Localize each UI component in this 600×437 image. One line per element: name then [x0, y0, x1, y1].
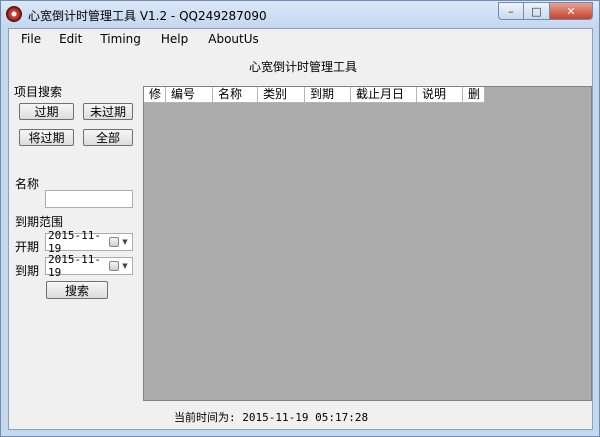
column-header-deadline-date[interactable]: 截止月日 — [351, 87, 417, 103]
end-date-label: 到期 — [15, 264, 40, 278]
end-date-picker[interactable]: 2015-11-19 ▼ — [45, 253, 133, 279]
column-header-name[interactable]: 名称 — [213, 87, 258, 103]
menu-aboutus[interactable]: AboutUs — [208, 29, 259, 49]
client-area: File Edit Timing Help AboutUs 心宽倒计时管理工具 … — [8, 28, 593, 430]
column-header-description[interactable]: 说明 — [417, 87, 463, 103]
maximize-button[interactable]: □ — [524, 2, 550, 20]
search-section-label: 项目搜索 — [14, 85, 63, 99]
start-date-picker[interactable]: 2015-11-19 ▼ — [45, 229, 133, 255]
close-icon: ✕ — [566, 4, 576, 18]
menu-edit[interactable]: Edit — [59, 29, 82, 49]
app-logo-icon — [6, 6, 22, 22]
column-header-category[interactable]: 类别 — [258, 87, 305, 103]
search-panel: 项目搜索 过期 未过期 将过期 全部 名称 到期范围 开期 2015-11-19… — [9, 79, 139, 429]
app-window: 心宽倒计时管理工具 V1.2 - QQ249287090 – □ ✕ File … — [0, 0, 600, 437]
table-header: 修 编号 名称 类别 到期 截止月日 说明 删 — [144, 87, 485, 103]
window-title: 心宽倒计时管理工具 V1.2 - QQ249287090 — [28, 9, 267, 23]
column-header-id[interactable]: 编号 — [166, 87, 213, 103]
all-filter-button[interactable]: 全部 — [83, 129, 133, 146]
page-title: 心宽倒计时管理工具 — [249, 60, 358, 74]
countdown-table[interactable]: 修 编号 名称 类别 到期 截止月日 说明 删 — [143, 86, 592, 401]
menu-help[interactable]: Help — [161, 29, 188, 49]
minimize-icon: – — [508, 4, 514, 18]
search-button[interactable]: 搜索 — [46, 281, 108, 299]
expired-filter-button[interactable]: 过期 — [19, 103, 74, 120]
current-time-status: 当前时间为: 2015-11-19 05:17:28 — [174, 411, 369, 424]
window-controls: – □ ✕ — [498, 2, 593, 20]
start-date-value: 2015-11-19 — [48, 229, 101, 255]
column-header-delete[interactable]: 删 — [463, 87, 485, 103]
close-button[interactable]: ✕ — [550, 2, 593, 20]
menu-bar: File Edit Timing Help AboutUs — [9, 29, 592, 49]
name-input[interactable] — [45, 190, 133, 208]
start-date-label: 开期 — [15, 240, 40, 254]
minimize-button[interactable]: – — [498, 2, 524, 20]
not-expired-filter-button[interactable]: 未过期 — [83, 103, 133, 120]
calendar-icon[interactable] — [109, 237, 119, 247]
range-label: 到期范围 — [15, 215, 64, 229]
menu-timing[interactable]: Timing — [100, 29, 141, 49]
calendar-icon[interactable] — [109, 261, 119, 271]
menu-file[interactable]: File — [21, 29, 41, 49]
column-header-edit[interactable]: 修 — [144, 87, 166, 103]
chevron-down-icon[interactable]: ▼ — [120, 237, 130, 247]
name-label: 名称 — [15, 177, 40, 191]
title-bar[interactable]: 心宽倒计时管理工具 V1.2 - QQ249287090 – □ ✕ — [1, 1, 599, 28]
column-header-due[interactable]: 到期 — [305, 87, 351, 103]
end-date-value: 2015-11-19 — [48, 253, 101, 279]
chevron-down-icon[interactable]: ▼ — [120, 261, 130, 271]
maximize-icon: □ — [531, 4, 542, 18]
expiring-filter-button[interactable]: 将过期 — [19, 129, 74, 146]
